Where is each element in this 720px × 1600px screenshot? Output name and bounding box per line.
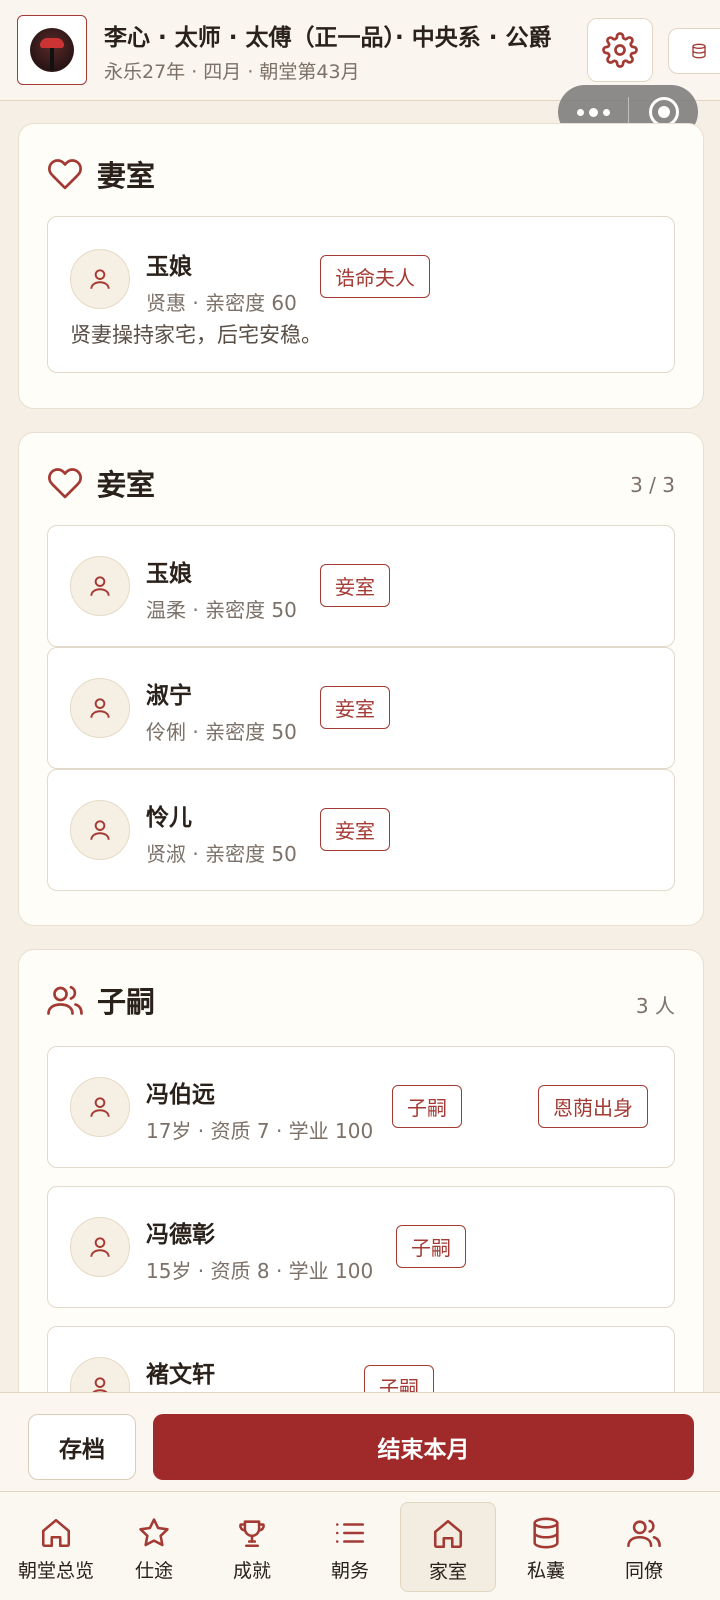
concubine-card[interactable]: 玉娘 温柔 · 亲密度 50 妾室 xyxy=(47,525,675,647)
user-icon xyxy=(90,1237,110,1257)
concubine-section-header: 妾室 xyxy=(47,463,155,503)
purse-button[interactable] xyxy=(668,28,720,74)
children-section-header: 子嗣 xyxy=(47,980,155,1020)
nav-item-colleagues[interactable]: 同僚 xyxy=(596,1502,692,1592)
status-badge: 妾室 xyxy=(320,686,390,729)
save-button[interactable]: 存档 xyxy=(28,1414,136,1480)
nav-label: 朝堂总览 xyxy=(17,1560,94,1582)
child-card[interactable]: 冯伯远 17岁 · 资质 7 · 学业 100 子嗣 恩荫出身 xyxy=(47,1046,675,1168)
status-badge: 妾室 xyxy=(320,564,390,607)
users-icon xyxy=(47,985,83,1015)
origin-badge: 恩荫出身 xyxy=(538,1085,648,1128)
person-name: 冯伯远 xyxy=(146,1082,215,1108)
nav-label: 同僚 xyxy=(624,1560,663,1582)
person-name: 玉娘 xyxy=(146,561,192,587)
trophy-icon xyxy=(239,1520,265,1548)
user-icon xyxy=(90,820,110,840)
status-badge: 诰命夫人 xyxy=(320,255,430,298)
end-month-button[interactable]: 结束本月 xyxy=(153,1414,694,1480)
avatar xyxy=(70,800,130,860)
child-card[interactable]: 褚文轩 子嗣 xyxy=(47,1326,675,1392)
settings-button[interactable] xyxy=(587,18,653,82)
avatar xyxy=(70,249,130,309)
wife-card[interactable]: 玉娘 贤惠 · 亲密度 60 诰命夫人 贤妻操持家宅，后宅安稳。 xyxy=(47,216,675,373)
database-icon xyxy=(533,1517,559,1549)
user-icon xyxy=(90,576,110,596)
nav-label: 成就 xyxy=(232,1560,271,1582)
concubine-card[interactable]: 淑宁 伶俐 · 亲密度 50 妾室 xyxy=(47,647,675,769)
wife-section-header: 妻室 xyxy=(47,154,155,194)
person-name: 怜儿 xyxy=(146,805,192,831)
status-badge: 子嗣 xyxy=(392,1085,462,1128)
game-date: 永乐27年 · 四月 · 朝堂第43月 xyxy=(104,61,360,83)
concubine-section: 妾室 3 / 3 玉娘 温柔 · 亲密度 50 妾室 淑宁 伶俐 · 亲密度 5… xyxy=(18,432,704,926)
child-card[interactable]: 冯德彰 15岁 · 资质 8 · 学业 100 子嗣 xyxy=(47,1186,675,1308)
nav-label: 家室 xyxy=(428,1561,467,1583)
heart-icon xyxy=(48,468,82,499)
card-description: 贤妻操持家宅，后宅安稳。 xyxy=(70,323,322,347)
person-meta: 伶俐 · 亲密度 50 xyxy=(146,720,297,744)
section-title: 子嗣 xyxy=(97,985,156,1019)
bottom-nav: 朝堂总览 仕途 成就 朝务 家室 私囊 同僚 xyxy=(0,1491,720,1600)
children-count: 3 人 xyxy=(635,994,675,1018)
nav-item-family[interactable]: 家室 xyxy=(400,1502,496,1592)
users-icon xyxy=(627,1519,661,1548)
children-section: 子嗣 3 人 冯伯远 17岁 · 资质 7 · 学业 100 子嗣 恩荫出身 冯… xyxy=(18,949,704,1392)
person-meta: 17岁 · 资质 7 · 学业 100 xyxy=(146,1119,374,1143)
user-icon xyxy=(90,698,110,718)
star-icon xyxy=(139,1518,169,1547)
concubine-count: 3 / 3 xyxy=(630,473,675,497)
nav-item-overview[interactable]: 朝堂总览 xyxy=(8,1502,104,1592)
person-meta: 贤淑 · 亲密度 50 xyxy=(146,842,297,866)
section-title: 妻室 xyxy=(97,159,156,193)
nav-label: 私囊 xyxy=(526,1560,565,1582)
user-icon xyxy=(90,269,110,289)
avatar xyxy=(70,1217,130,1277)
avatar xyxy=(70,678,130,738)
nav-item-affairs[interactable]: 朝务 xyxy=(302,1502,398,1592)
player-title: 李心 · 太师 · 太傅（正一品）· 中央系 · 公爵 xyxy=(104,25,552,51)
database-icon xyxy=(692,43,706,59)
person-name: 玉娘 xyxy=(146,254,192,280)
nav-label: 仕途 xyxy=(134,1560,173,1582)
person-meta: 15岁 · 资质 8 · 学业 100 xyxy=(146,1259,374,1283)
person-meta: 贤惠 · 亲密度 60 xyxy=(146,291,297,315)
nav-label: 朝务 xyxy=(330,1560,369,1582)
list-icon xyxy=(335,1523,365,1543)
person-name: 冯德彰 xyxy=(146,1222,215,1248)
status-badge: 子嗣 xyxy=(364,1365,434,1392)
user-icon xyxy=(92,1377,108,1392)
person-meta: 温柔 · 亲密度 50 xyxy=(146,598,297,622)
section-title: 妾室 xyxy=(97,468,156,502)
player-avatar[interactable] xyxy=(17,15,87,85)
nav-item-achievements[interactable]: 成就 xyxy=(204,1502,300,1592)
avatar xyxy=(70,1357,130,1392)
status-badge: 子嗣 xyxy=(396,1225,466,1268)
heart-icon xyxy=(48,159,82,190)
nav-item-career[interactable]: 仕途 xyxy=(106,1502,202,1592)
action-bar: 存档 结束本月 xyxy=(0,1392,720,1491)
home-icon xyxy=(41,1518,71,1548)
concubine-card[interactable]: 怜儿 贤淑 · 亲密度 50 妾室 xyxy=(47,769,675,891)
status-badge: 妾室 xyxy=(320,808,390,851)
avatar-portrait xyxy=(30,28,74,72)
gear-icon xyxy=(602,32,638,68)
content-scroll[interactable]: 妻室 玉娘 贤惠 · 亲密度 60 诰命夫人 贤妻操持家宅，后宅安稳。 妾室 3… xyxy=(0,101,720,1392)
person-name: 褚文轩 xyxy=(146,1362,215,1388)
wife-section: 妻室 玉娘 贤惠 · 亲密度 60 诰命夫人 贤妻操持家宅，后宅安稳。 xyxy=(18,123,704,409)
home-icon xyxy=(433,1519,463,1549)
person-name: 淑宁 xyxy=(146,683,192,709)
avatar xyxy=(70,556,130,616)
user-icon xyxy=(90,1097,110,1117)
nav-item-purse[interactable]: 私囊 xyxy=(498,1502,594,1592)
avatar xyxy=(70,1077,130,1137)
